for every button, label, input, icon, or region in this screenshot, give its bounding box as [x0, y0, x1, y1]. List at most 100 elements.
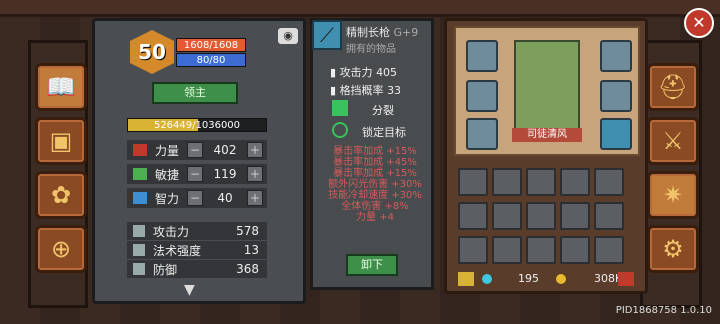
- inventory-slot[interactable]: [526, 168, 556, 196]
- prop-value: 33: [387, 84, 402, 97]
- book-stat-icon: [133, 192, 147, 204]
- equip-slot-amulet[interactable]: [466, 80, 498, 112]
- attr-name: 防御: [153, 262, 178, 277]
- hero-name: 司徒清风: [512, 128, 582, 142]
- hero-portrait: [514, 40, 580, 140]
- coin-icon: [556, 274, 566, 284]
- compass-icon[interactable]: ✷: [647, 171, 699, 219]
- spear-icon: ⟋: [312, 20, 342, 50]
- stat-name: 力量: [155, 143, 180, 158]
- bonus-line: 暴击率加成 +45%: [333, 157, 417, 168]
- prop-label: 攻击力: [339, 66, 373, 79]
- attr-value: 578: [236, 224, 259, 238]
- mp-bar: 80/80: [176, 53, 246, 67]
- minus-button[interactable]: −: [187, 166, 203, 182]
- stat-value: 402: [213, 143, 237, 157]
- hp-bar: 1608/1608: [176, 38, 246, 52]
- inventory-slot[interactable]: [526, 236, 556, 264]
- unequip-button[interactable]: 卸下: [346, 254, 398, 276]
- trash-icon[interactable]: [618, 272, 634, 286]
- bonus-line: 暴击率加成 +15%: [333, 168, 417, 179]
- weapon-name: 精制长枪: [346, 26, 390, 39]
- inventory-icon[interactable]: ▣: [35, 117, 87, 165]
- inventory-slot[interactable]: [492, 236, 522, 264]
- inventory-slot[interactable]: [560, 236, 590, 264]
- inventory-slot[interactable]: [526, 202, 556, 230]
- weapon-subtitle: 拥有的物品: [346, 44, 396, 55]
- equip-slot-weapon[interactable]: [600, 118, 632, 150]
- inventory-slot[interactable]: [492, 202, 522, 230]
- stat-row-agility: 敏捷 − 119 +: [127, 164, 267, 184]
- target-icon: [332, 122, 348, 138]
- inventory-slot[interactable]: [458, 168, 488, 196]
- attr-name: 攻击力: [153, 224, 190, 239]
- wand-icon: [133, 244, 145, 256]
- right-sidebar: ⛑ ⚔ ✷ ⚙: [640, 40, 702, 308]
- prop-label: 格挡概率: [339, 84, 384, 97]
- equip-slot-ring[interactable]: [466, 40, 498, 72]
- attr-row: 攻击力 578: [127, 222, 267, 240]
- bonus-line: 暴击率加成 +15%: [333, 146, 417, 157]
- stat-row-intellect: 智力 − 40 +: [127, 188, 267, 208]
- bonus-line: 技能冷却速度 +30%: [328, 190, 422, 201]
- stat-value: 119: [213, 167, 237, 181]
- stat-row-strength: 力量 − 402 +: [127, 140, 267, 160]
- equip-slot-helm[interactable]: [600, 40, 632, 72]
- bonus-line: 额外闪光伤害 +30%: [328, 179, 422, 190]
- swords-icon[interactable]: ⚔: [647, 117, 699, 165]
- helmet-icon[interactable]: ⛑: [647, 63, 699, 111]
- weapon-title: 精制长枪 G+9: [346, 24, 418, 40]
- left-sidebar: 📖 ▣ ✿ ⊕: [28, 40, 88, 308]
- lord-title-button[interactable]: 领主: [152, 82, 238, 104]
- gem-icon: [482, 274, 492, 284]
- feather-icon: [133, 168, 147, 180]
- equip-slot-boots[interactable]: [466, 118, 498, 150]
- attr-value: 368: [236, 262, 259, 276]
- exp-bar: 526449/1036000: [127, 118, 267, 132]
- stat-name: 敏捷: [155, 167, 180, 182]
- inventory-slot[interactable]: [560, 168, 590, 196]
- camera-icon[interactable]: ◉: [278, 28, 298, 44]
- helm-icon[interactable]: ⊕: [35, 225, 87, 273]
- inventory-slot[interactable]: [594, 168, 624, 196]
- attr-name: 法术强度: [153, 243, 202, 258]
- weapon-prop: ▮ 攻击力 405: [330, 66, 398, 79]
- attr-value: 13: [243, 243, 259, 257]
- fist-icon: [133, 144, 147, 156]
- bonus-list: 暴击率加成 +15% 暴击率加成 +45% 暴击率加成 +15% 额外闪光伤害 …: [322, 146, 428, 223]
- weapon-prop: ▮ 格挡概率 33: [330, 84, 402, 97]
- lock-icon[interactable]: [458, 272, 474, 286]
- minus-button[interactable]: −: [187, 142, 203, 158]
- inventory-slot[interactable]: [594, 202, 624, 230]
- weapon-plus: G+9: [393, 26, 419, 39]
- chevron-down-icon[interactable]: ▼: [184, 282, 195, 298]
- exp-text: 526449/1036000: [153, 120, 241, 131]
- minus-button[interactable]: −: [187, 190, 203, 206]
- shield-icon: [133, 263, 145, 275]
- inventory-slot[interactable]: [458, 236, 488, 264]
- inventory-slot[interactable]: [594, 236, 624, 264]
- split-icon: [332, 100, 348, 116]
- stat-value: 40: [217, 191, 233, 205]
- close-icon[interactable]: ✕: [684, 8, 714, 38]
- skill-name: 锁定目标: [362, 126, 406, 139]
- attr-row: 法术强度 13: [127, 241, 267, 259]
- equip-slot-armor[interactable]: [600, 80, 632, 112]
- inventory-slot[interactable]: [560, 202, 590, 230]
- inventory-slot[interactable]: [492, 168, 522, 196]
- bonus-line: 力量 +4: [356, 212, 394, 223]
- plus-button[interactable]: +: [247, 166, 263, 182]
- inventory-slot[interactable]: [458, 202, 488, 230]
- plus-button[interactable]: +: [247, 190, 263, 206]
- prop-value: 405: [376, 66, 398, 79]
- plus-button[interactable]: +: [247, 142, 263, 158]
- sword-icon: [133, 225, 145, 237]
- gem-count: 195: [518, 272, 539, 285]
- team-icon[interactable]: ✿: [35, 171, 87, 219]
- attr-row: 防御 368: [127, 260, 267, 278]
- book-icon[interactable]: 📖: [35, 63, 87, 111]
- stat-name: 智力: [155, 191, 180, 206]
- skill-name: 分裂: [372, 104, 394, 117]
- bonus-line: 全体伤害 +8%: [341, 201, 409, 212]
- gear-icon[interactable]: ⚙: [647, 225, 699, 273]
